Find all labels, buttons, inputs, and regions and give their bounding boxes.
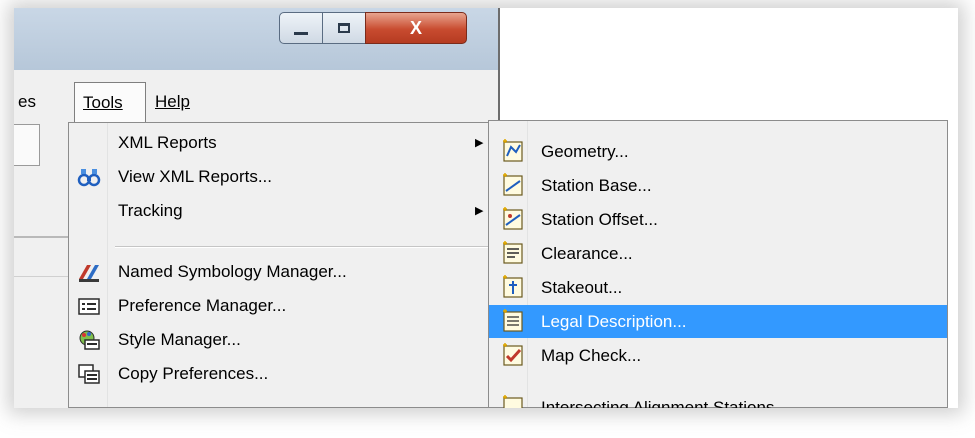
submenu-item-label: Stakeout...: [541, 278, 623, 297]
submenu-item-intersecting-alignment-stations[interactable]: Intersecting Alignment Stations: [489, 391, 947, 408]
preference-icon: [78, 298, 100, 315]
menu-item-view-xml-reports[interactable]: View XML Reports...: [69, 161, 497, 193]
report-station-base-icon: [503, 173, 523, 196]
maximize-button[interactable]: [322, 12, 366, 44]
submenu-item-label: Clearance...: [541, 244, 633, 263]
menu-tools[interactable]: Tools: [74, 82, 146, 122]
maximize-icon: [338, 23, 350, 33]
submenu-item-legal-description[interactable]: Legal Description...: [489, 305, 947, 338]
menu-item-label: XML Reports: [118, 133, 217, 152]
menu-help[interactable]: Help: [155, 80, 190, 124]
submenu-item-label: Map Check...: [541, 346, 642, 365]
report-legal-description-icon: [503, 309, 523, 332]
menu-item-label: View XML Reports...: [118, 167, 273, 186]
submenu-item-station-offset[interactable]: Station Offset...: [489, 203, 947, 236]
submenu-item-geometry[interactable]: Geometry...: [489, 135, 947, 168]
report-stakeout-icon: [503, 275, 523, 298]
menu-item-preference-manager[interactable]: Preference Manager...: [69, 290, 497, 322]
minimize-button[interactable]: [279, 12, 323, 44]
submenu-item-map-check[interactable]: Map Check...: [489, 339, 947, 372]
menu-item-tracking[interactable]: Tracking ▶: [69, 195, 497, 227]
menu-item-xml-reports[interactable]: XML Reports ▶: [69, 127, 497, 159]
minimize-icon: [294, 31, 308, 35]
caption-buttons: X: [279, 12, 467, 46]
submenu-arrow-icon: ▶: [475, 137, 484, 149]
toolbar-control[interactable]: [14, 124, 40, 166]
toolbar-divider: [14, 236, 74, 238]
menu-help-label: Help: [155, 92, 190, 111]
menu-bar: es Tools Help: [14, 80, 498, 124]
menu-item-style-manager[interactable]: Style Manager...: [69, 324, 497, 356]
menu-item-label: Style Manager...: [118, 330, 241, 349]
symbology-icon: [79, 265, 99, 282]
close-button[interactable]: X: [365, 12, 467, 44]
menu-item-label: Named Symbology Manager...: [118, 262, 347, 281]
menu-item-label: Copy Preferences...: [118, 364, 269, 383]
submenu-item-clearance[interactable]: Clearance...: [489, 237, 947, 270]
menu-item-named-symbology-manager[interactable]: Named Symbology Manager...: [69, 256, 497, 288]
report-intersecting-alignment-icon: [503, 395, 523, 408]
submenu-item-label: Legal Description...: [541, 312, 687, 331]
view-xml-reports-icon: [77, 169, 101, 187]
submenu-item-label: Geometry...: [541, 142, 629, 161]
menu-item-copy-preferences[interactable]: Copy Preferences...: [69, 358, 497, 390]
report-station-offset-icon: [503, 207, 523, 230]
report-map-check-icon: [503, 343, 523, 366]
screenshot-frame: X es Tools Help XML Reports ▶ View XML R…: [14, 8, 958, 408]
menu-tools-label: Tools: [83, 93, 123, 112]
menu-item-label: Tracking: [118, 201, 183, 220]
toolbar-divider-2: [14, 276, 74, 277]
submenu-item-label: Station Offset...: [541, 210, 658, 229]
submenu-arrow-icon: ▶: [475, 205, 484, 217]
title-bar: X: [14, 8, 498, 70]
menu-item-label: Preference Manager...: [118, 296, 287, 315]
xml-reports-submenu: Geometry... Station Base... Station Offs…: [488, 120, 948, 408]
menu-item-partial[interactable]: es: [18, 80, 36, 124]
submenu-item-station-base[interactable]: Station Base...: [489, 169, 947, 202]
report-clearance-icon: [503, 241, 523, 264]
copy-preferences-icon: [78, 364, 100, 384]
submenu-item-label: Station Base...: [541, 176, 652, 195]
submenu-item-stakeout[interactable]: Stakeout...: [489, 271, 947, 304]
menu-separator: [115, 246, 493, 248]
tools-dropdown: XML Reports ▶ View XML Reports... Tracki…: [68, 122, 498, 408]
submenu-item-label: Intersecting Alignment Stations: [541, 398, 775, 408]
report-geometry-icon: [503, 139, 523, 162]
close-icon: X: [409, 17, 422, 38]
style-icon: [79, 330, 100, 350]
